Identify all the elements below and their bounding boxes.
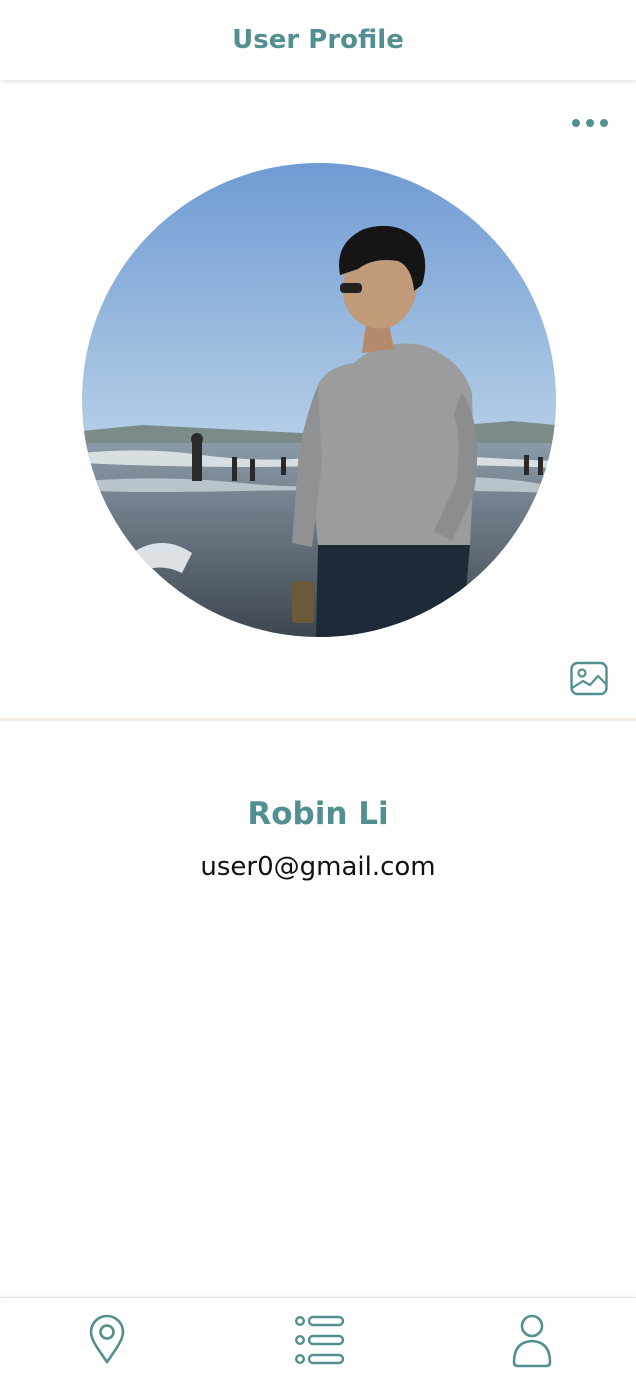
image-icon (570, 661, 608, 696)
app-header: User Profile (0, 0, 636, 80)
profile-email: user0@gmail.com (200, 852, 436, 882)
profile-name: Robin Li (247, 796, 389, 832)
page-title: User Profile (232, 25, 404, 55)
tab-list[interactable] (289, 1312, 349, 1368)
map-pin-icon (89, 1314, 125, 1364)
more-options-button[interactable] (562, 108, 620, 138)
tab-map[interactable] (77, 1312, 137, 1368)
profile-photo (82, 163, 556, 637)
tab-profile[interactable] (502, 1312, 562, 1368)
section-divider (0, 718, 636, 721)
more-horizontal-icon (572, 119, 608, 127)
bottom-tab-bar (0, 1297, 636, 1381)
list-icon (294, 1315, 345, 1365)
beach-profile-photo (82, 163, 556, 637)
user-icon (512, 1314, 552, 1368)
change-photo-button[interactable] (569, 660, 609, 698)
